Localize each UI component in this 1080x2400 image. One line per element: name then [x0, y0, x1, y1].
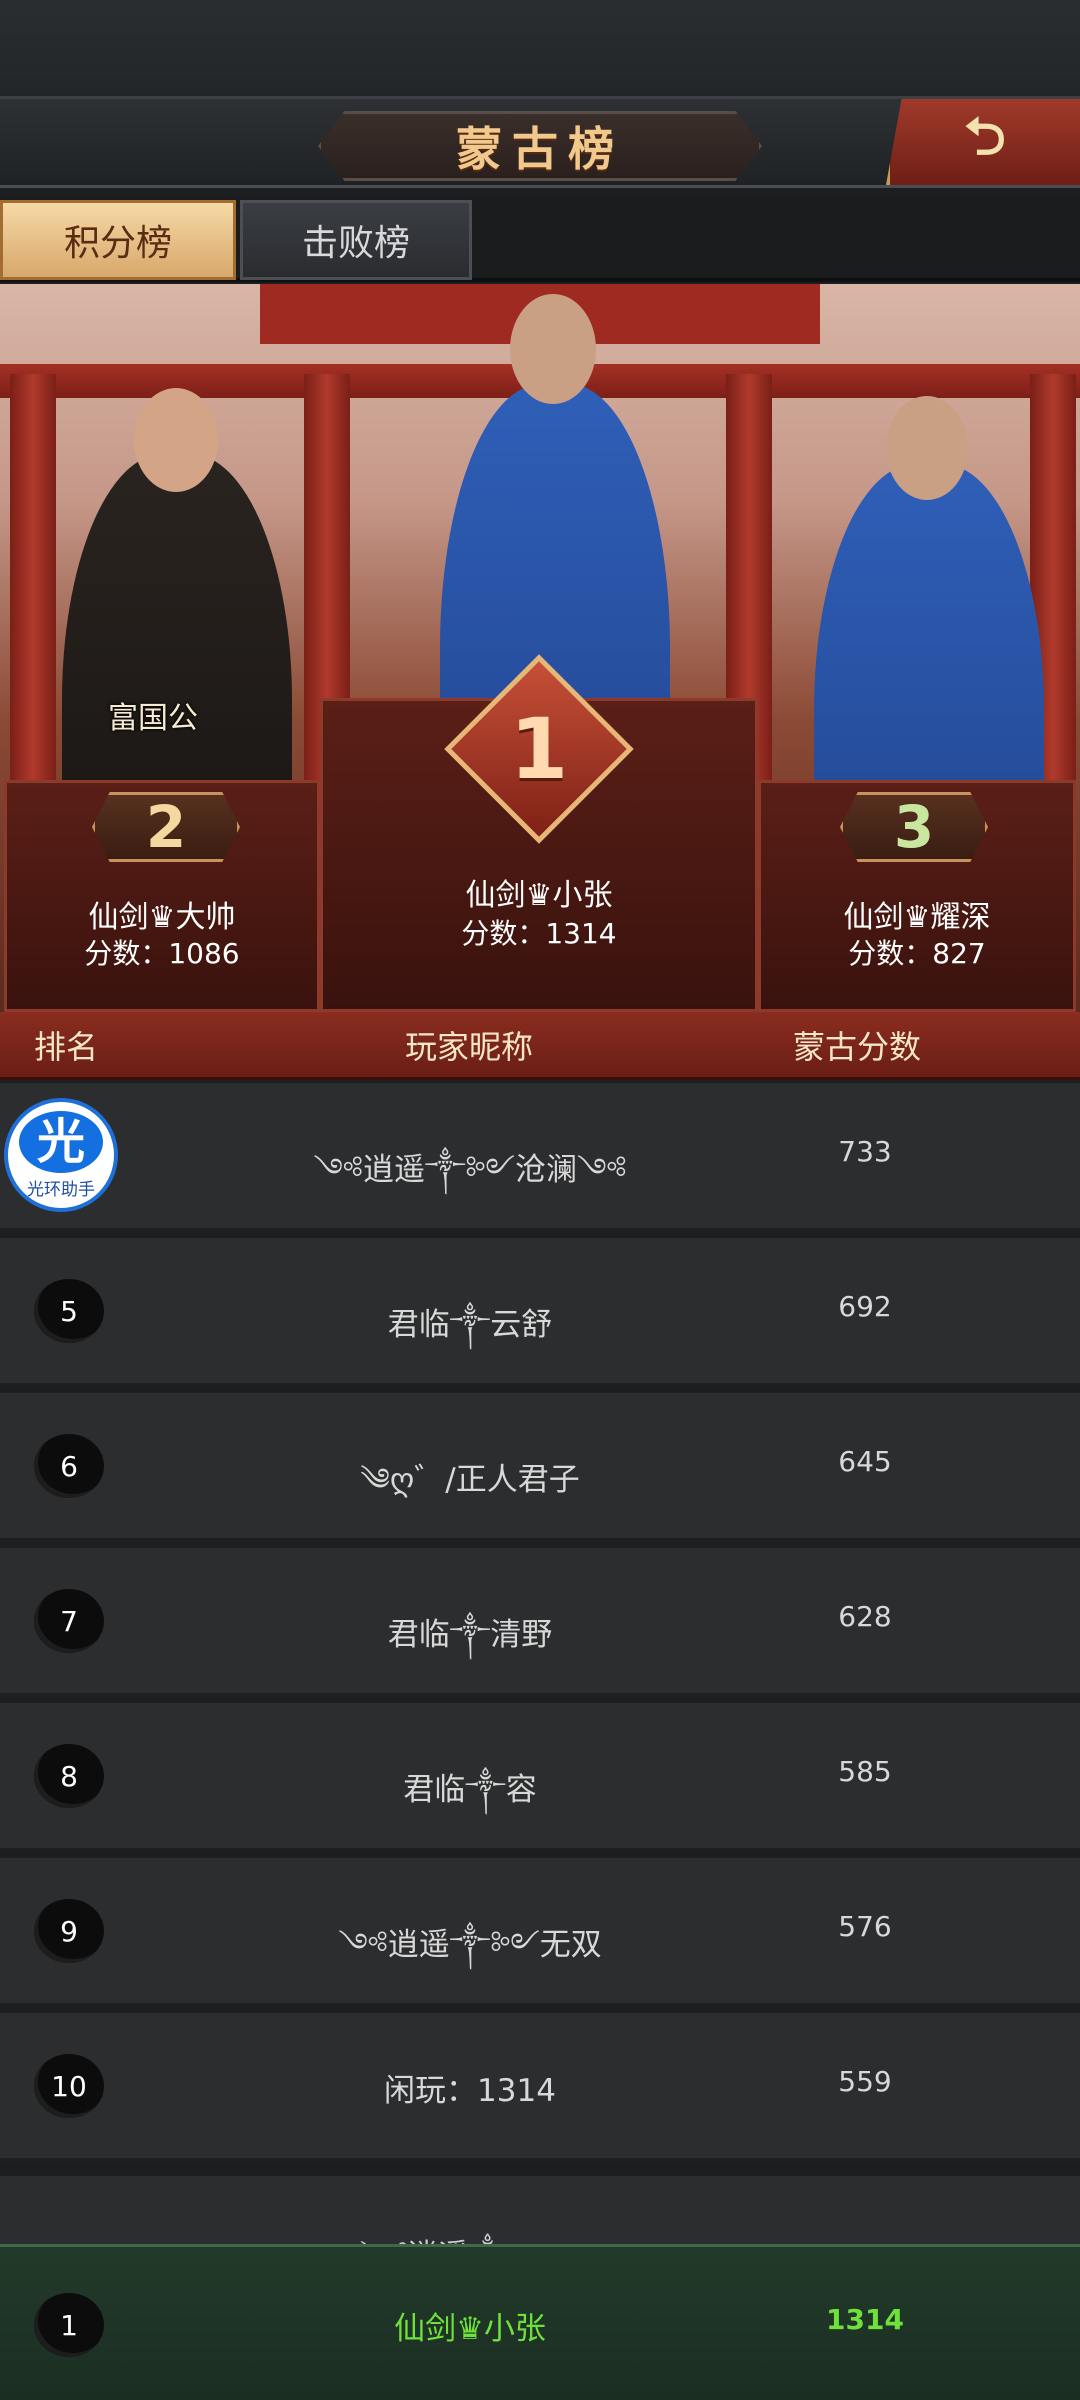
player-name: ༺逍遥༒༻沧澜༺	[313, 1152, 627, 1188]
player-score: 692	[838, 1290, 892, 1323]
rank-badge: 8	[34, 1744, 104, 1808]
assistant-label: 光环助手	[27, 1179, 95, 1200]
third-place-head	[886, 396, 968, 500]
tab-defeat-ranking[interactable]: 击败榜	[240, 200, 472, 280]
player-score: 585	[838, 1755, 892, 1788]
second-rank-plate: 2	[92, 792, 240, 862]
third-rank-plate: 3	[840, 792, 988, 862]
player-name: 君临༒云舒	[387, 1307, 553, 1343]
third-place-score: 分数：827	[848, 937, 986, 970]
player-score: 733	[838, 1135, 892, 1168]
table-row[interactable]: 5 君临༒云舒 692	[0, 1238, 1080, 1388]
table-row[interactable]: 10 闲玩：1314 559	[0, 2013, 1080, 2163]
player-score: 559	[838, 2065, 892, 2098]
player-score: 576	[838, 1910, 892, 1943]
rank-badge: 10	[34, 2054, 104, 2118]
player-name: 君临༒清野	[387, 1617, 553, 1653]
column-score: 蒙古分数	[793, 1027, 922, 1066]
podium-scene: 富国公 1 2 3 仙剑♛小张 分数：1314 仙剑♛大帅 分数：1086 仙剑…	[0, 284, 1080, 1012]
rank-badge: 6	[34, 1434, 104, 1498]
player-score: 628	[838, 1600, 892, 1633]
second-place-head	[134, 388, 218, 492]
my-player-name: 仙剑♛小张	[394, 2311, 546, 2347]
column-nickname: 玩家昵称	[405, 1027, 534, 1066]
second-place-name: 仙剑♛大帅	[88, 900, 236, 935]
player-score: 645	[838, 1445, 892, 1478]
table-row[interactable]: 7 君临༒清野 628	[0, 1548, 1080, 1698]
title-plate: 蒙古榜	[318, 111, 762, 181]
my-player-score: 1314	[826, 2303, 904, 2336]
title-bar: 蒙古榜 ⮌	[0, 96, 1080, 188]
player-name: 闲玩：1314	[384, 2073, 556, 2109]
tab-bar: 积分榜 击败榜	[0, 196, 1080, 282]
second-place-score: 分数：1086	[84, 937, 240, 970]
player-name: ༺逍遥༒	[360, 2222, 507, 2244]
table-row[interactable]: 4 ༺逍遥༒༻沧澜༺ 733	[0, 1083, 1080, 1233]
first-rank-number: 1	[509, 700, 569, 798]
back-arrow-icon: ⮌	[964, 106, 1006, 167]
table-row[interactable]: 8 君临༒容 585	[0, 1703, 1080, 1853]
column-rank: 排名	[34, 1027, 99, 1066]
player-name: 君临༒容	[403, 1772, 537, 1808]
my-rank-badge: 1	[34, 2293, 104, 2357]
player-name: ༺逍遥༒༻无双	[338, 1927, 602, 1963]
first-place-score: 分数：1314	[461, 917, 617, 950]
status-bar	[0, 0, 1080, 96]
player-name: ༄ღ゛/正人君子	[360, 1462, 580, 1498]
noble-title-badge: 富国公	[108, 701, 198, 736]
assistant-logo-icon: 光	[19, 1110, 103, 1173]
page-title: 蒙古榜	[456, 122, 624, 176]
rank-badge: 5	[34, 1279, 104, 1343]
rank-badge: 9	[34, 1899, 104, 1963]
table-header: 排名 玩家昵称 蒙古分数	[0, 1012, 1080, 1080]
third-place-name: 仙剑♛耀深	[843, 900, 991, 935]
table-row-partial[interactable]: ༺逍遥༒	[0, 2176, 1080, 2244]
table-row[interactable]: 9 ༺逍遥༒༻无双 576	[0, 1858, 1080, 2008]
back-button[interactable]: ⮌	[886, 99, 1080, 185]
my-rank-row[interactable]: 1 仙剑♛小张 1314	[0, 2244, 1080, 2400]
tab-score-ranking[interactable]: 积分榜	[0, 200, 236, 280]
floating-assistant-button[interactable]: 光 光环助手	[4, 1098, 118, 1212]
first-place-name: 仙剑♛小张	[465, 878, 613, 913]
first-place-head	[510, 294, 596, 404]
table-row[interactable]: 6 ༄ღ゛/正人君子 645	[0, 1393, 1080, 1543]
rank-badge: 7	[34, 1589, 104, 1653]
